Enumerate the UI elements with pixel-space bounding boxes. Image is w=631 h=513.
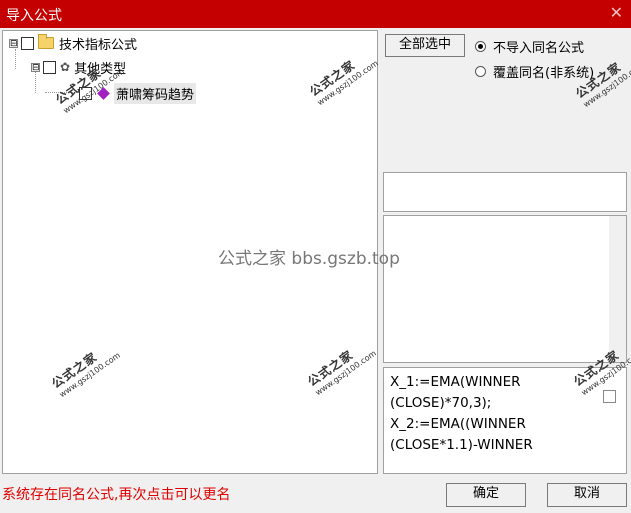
radio-label: 覆盖同名(非系统) — [493, 66, 595, 81]
description-box[interactable] — [383, 215, 627, 363]
empty-text-box[interactable] — [383, 172, 627, 212]
status-message: 系统存在同名公式,再次点击可以更名 — [2, 487, 231, 503]
select-all-button[interactable]: 全部选中 — [385, 34, 465, 57]
gear-icon: ✿ — [60, 60, 71, 74]
radio-button[interactable] — [475, 66, 486, 77]
tree-item-label: 其他类型 — [74, 61, 127, 77]
folder-icon — [38, 34, 54, 49]
window-title: 导入公式 — [6, 8, 62, 24]
collapse-icon[interactable]: ⊟ — [9, 38, 18, 48]
formula-line: X_2:=EMA((WINNER — [390, 416, 526, 432]
tree-item-label: 萧啸筹码趋势 — [114, 82, 197, 104]
tree-item-other-types[interactable]: ⊟ ✿ 其他类型 — [31, 57, 126, 77]
formula-text: X_1:=EMA(WINNER (CLOSE)*70,3); X_2:=EMA(… — [390, 372, 600, 456]
formula-line: (CLOSE*1.1)-WINNER — [390, 437, 533, 453]
close-icon[interactable]: ✕ — [610, 3, 623, 22]
radio-label: 不导入同名公式 — [493, 41, 585, 56]
formula-diamond-icon — [97, 86, 110, 100]
tree-checkbox[interactable] — [79, 86, 92, 100]
preview-checkbox[interactable] — [603, 390, 616, 403]
formula-line: X_1:=EMA(WINNER — [390, 374, 521, 390]
formula-preview-box[interactable]: X_1:=EMA(WINNER (CLOSE)*70,3); X_2:=EMA(… — [383, 367, 627, 474]
tree-item-technical-indicators[interactable]: ⊟ 技术指标公式 — [9, 33, 137, 53]
collapse-icon[interactable]: ⊟ — [31, 62, 40, 72]
tree-checkbox[interactable] — [43, 60, 56, 74]
ok-button[interactable]: 确定 — [446, 483, 526, 507]
scrollbar[interactable] — [609, 216, 626, 362]
radio-button-selected[interactable] — [475, 41, 486, 52]
radio-overwrite-same-name[interactable]: 覆盖同名(非系统) — [475, 62, 594, 81]
title-bar: 导入公式 ✕ — [0, 0, 631, 28]
center-watermark: 公式之家 bbs.gszb.top — [218, 249, 400, 269]
cancel-button[interactable]: 取消 — [547, 483, 627, 507]
tree-item-label: 技术指标公式 — [59, 37, 138, 53]
tree-checkbox[interactable] — [21, 36, 34, 50]
tree-guide-line — [45, 92, 77, 93]
options-panel: 全部选中 不导入同名公式 覆盖同名(非系统) X_1:=EMA(WINNER (… — [381, 30, 629, 474]
radio-no-import-same-name[interactable]: 不导入同名公式 — [475, 37, 584, 56]
tree-item-formula[interactable]: 萧啸筹码趋势 — [79, 82, 197, 104]
formula-line: (CLOSE)*70,3); — [390, 395, 492, 411]
